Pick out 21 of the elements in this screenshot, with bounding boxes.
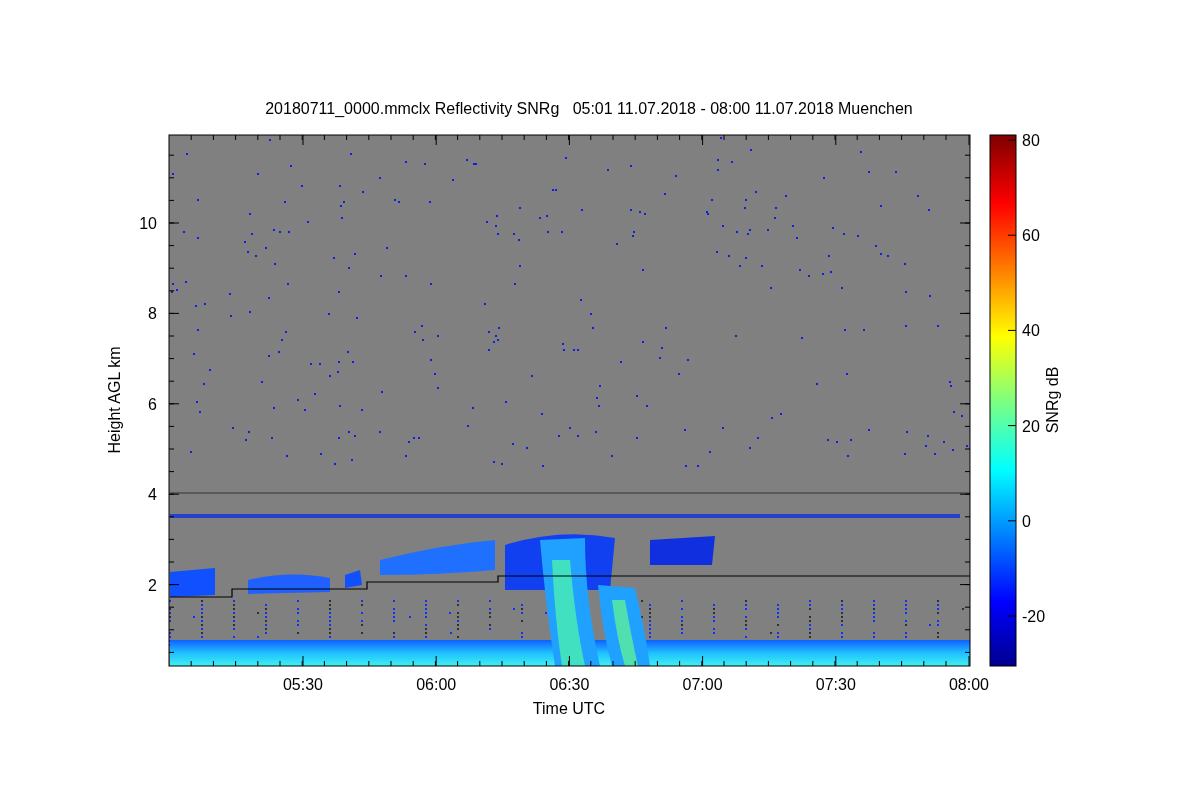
x-tick-label: 06:00 [416, 676, 457, 693]
chart-title: 20180711_0000.mmclx Reflectivity SNRg 05:01 11.07.2018 - 08:00 11.07.2018 Muenchen [265, 100, 913, 117]
colorbar-label: SNRg dB [1044, 366, 1061, 434]
colorbar-tick-label: 0 [1022, 512, 1031, 530]
y-tick-label: 8 [148, 305, 157, 323]
y-tick-label: 6 [148, 395, 157, 413]
x-tick-label: 06:30 [549, 676, 590, 693]
y-tick-label: 10 [139, 215, 157, 232]
colorbar-tick-label: -20 [1022, 608, 1046, 625]
x-tick-label: 07:30 [815, 676, 856, 693]
colorbar-tick-label: 20 [1022, 417, 1040, 435]
y-axis-label: Height AGL km [106, 346, 123, 454]
y-tick-label: 4 [148, 486, 157, 504]
x-tick-label: 08:00 [949, 676, 989, 693]
colorbar-tick-label: 60 [1022, 227, 1040, 245]
x-tick-label: 07:00 [682, 676, 723, 693]
x-axis-label: Time UTC [532, 700, 606, 717]
x-tick-label: 05:30 [283, 676, 323, 693]
colorbar-tick-label: 80 [1022, 132, 1040, 149]
colorbar-tick-label: 40 [1022, 322, 1040, 340]
y-tick-label: 2 [148, 576, 157, 594]
